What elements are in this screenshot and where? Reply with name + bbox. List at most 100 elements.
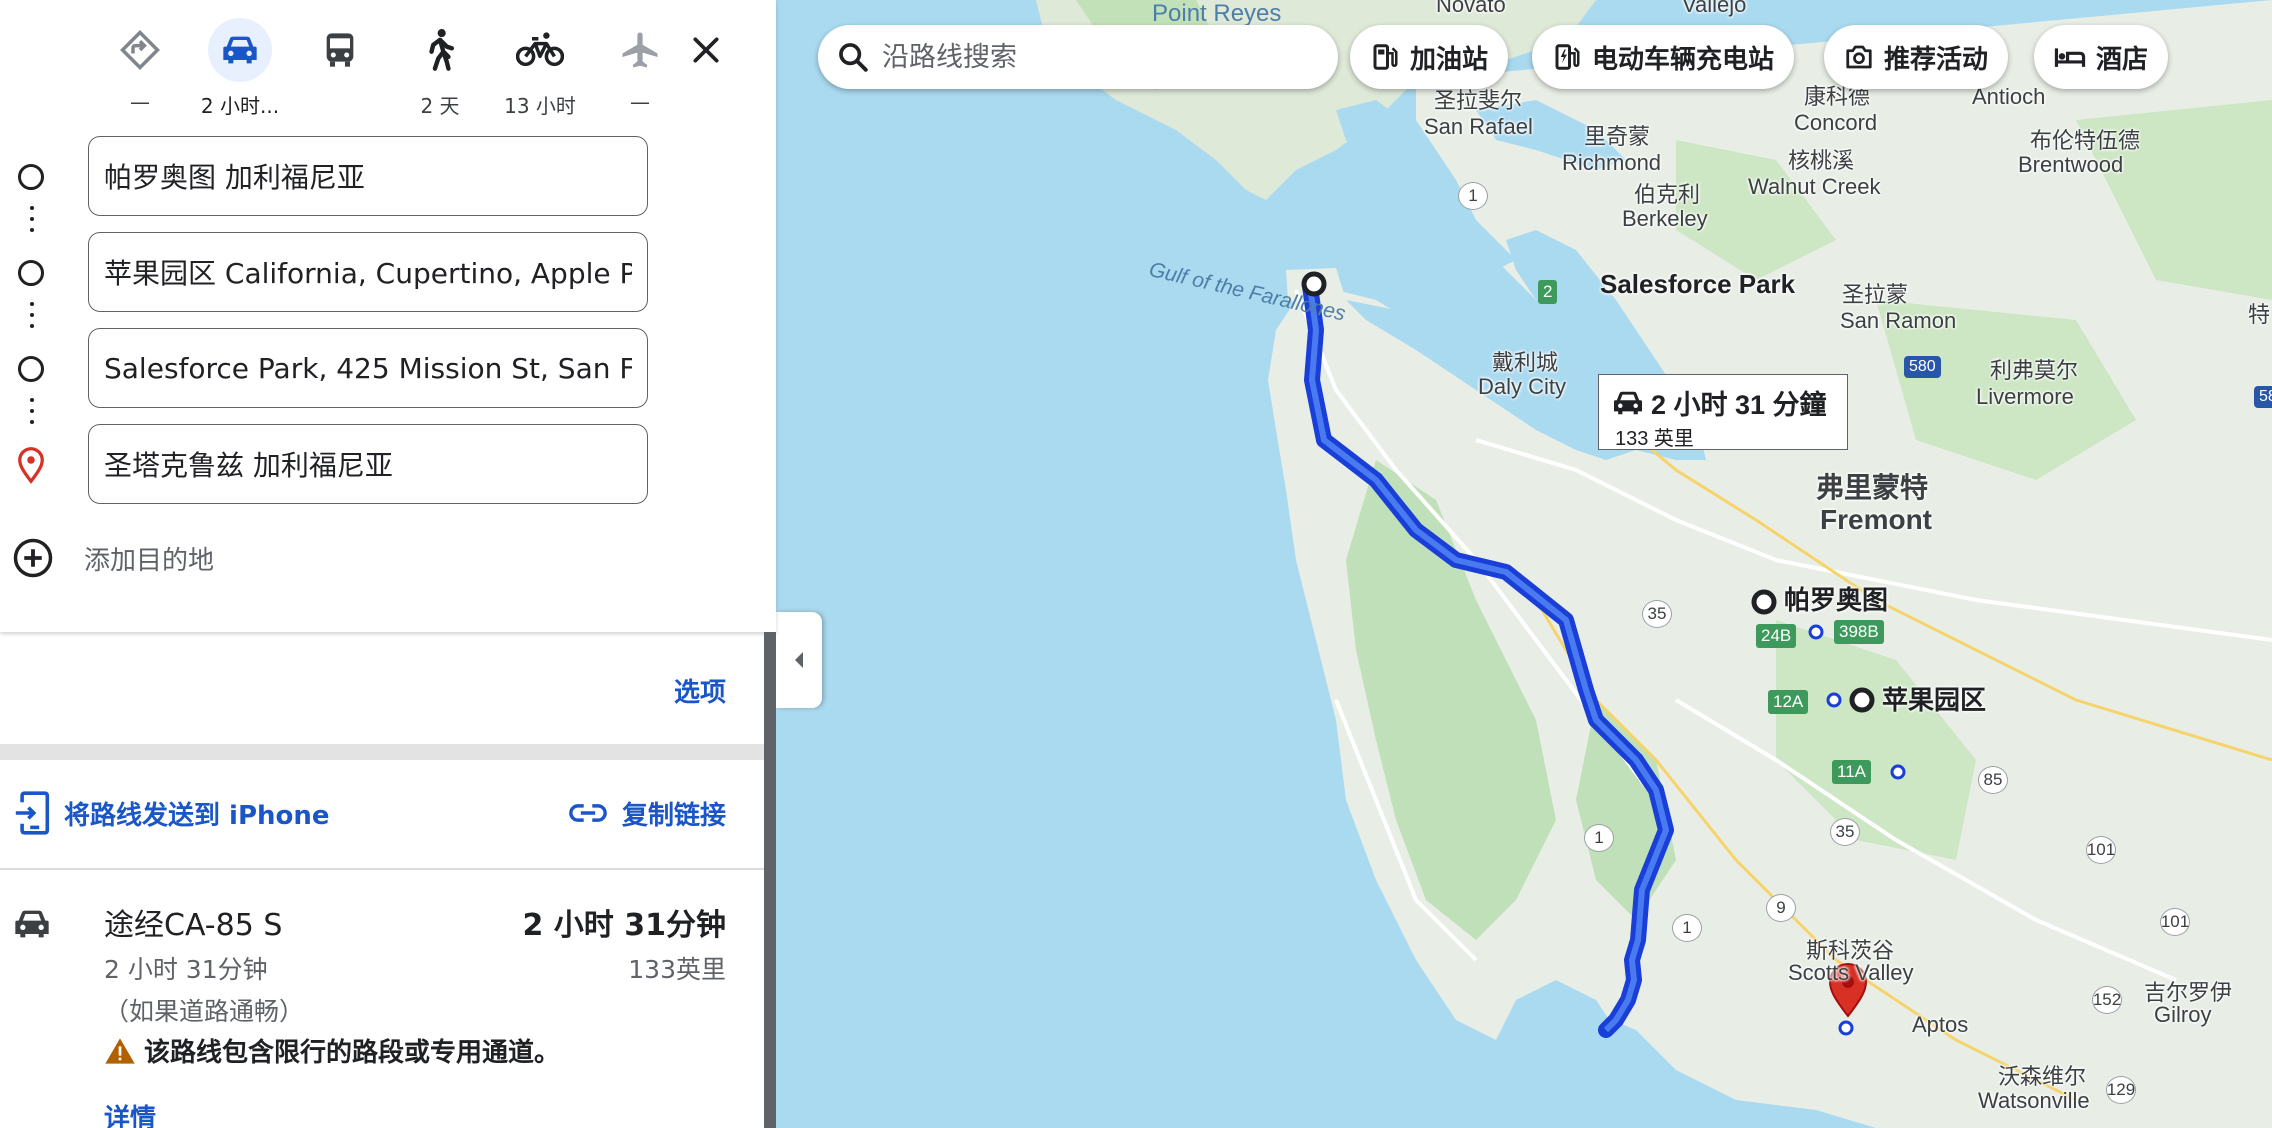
- chip-things-to-do[interactable]: 推荐活动: [1824, 25, 2009, 89]
- directions-input-card: — 2 小时... 2 天 13 小时 — 帕罗奥图 加利福尼亚 苹果园区 Ca…: [0, 0, 776, 632]
- highway-shield: 1: [1672, 914, 1702, 942]
- salesforce-waypoint-marker[interactable]: [1301, 271, 1327, 297]
- panel-scrollbar[interactable]: [764, 632, 776, 1128]
- highway-shield: 129: [2106, 1076, 2136, 1104]
- add-destination-label: 添加目的地: [84, 545, 215, 576]
- exit-sign: 398B: [1834, 620, 1884, 644]
- chip-hotels[interactable]: 酒店: [2034, 25, 2169, 89]
- route-details-link[interactable]: 详情: [104, 1098, 156, 1128]
- map-label-berkeley-cn: 伯克利: [1634, 182, 1701, 207]
- mode-cycling[interactable]: 13 小时: [490, 18, 590, 118]
- waypoint-row: [0, 136, 776, 216]
- waypoint-row: [0, 328, 776, 408]
- send-to-phone-icon: [15, 791, 50, 835]
- waypoint-input-start[interactable]: [88, 136, 648, 216]
- chip-label: 酒店: [2096, 44, 2149, 75]
- directions-panel: — 2 小时... 2 天 13 小时 — 帕罗奥图 加利福尼亚 苹果园区 Ca…: [0, 0, 776, 1128]
- map-label-point-reyes: Point Reyes: [1152, 0, 1282, 27]
- travel-mode-bar: — 2 小时... 2 天 13 小时 —: [90, 18, 690, 118]
- map-canvas[interactable]: Point Reyes Novato Vallejo 圣拉斐尔 San Rafa…: [776, 0, 2272, 1128]
- chip-label: 电动车辆充电站: [1592, 44, 1775, 75]
- car-icon: [15, 910, 49, 938]
- plane-icon: [622, 32, 658, 68]
- us-highway-shield: 58: [2254, 386, 2272, 408]
- send-to-phone-button[interactable]: 将路线发送到 iPhone: [14, 791, 330, 835]
- exit-sign: 12A: [1768, 690, 1809, 714]
- search-along-route[interactable]: [818, 25, 1338, 89]
- waypoint-input-destination[interactable]: [88, 424, 648, 504]
- route-via: 途经CA-85 S: [104, 908, 283, 943]
- map-label-san-rafael: San Rafael: [1424, 114, 1533, 139]
- copy-link-button[interactable]: 复制链接: [568, 795, 726, 832]
- map-label-watsonville-cn: 沃森维尔: [1998, 1064, 2087, 1089]
- highway-shield: 9: [1766, 894, 1796, 922]
- map-label-richmond-cn: 里奇蒙: [1584, 124, 1651, 149]
- link-icon: [569, 804, 607, 822]
- waypoint-circle-icon[interactable]: [18, 260, 44, 286]
- map-label-concord: Concord: [1794, 110, 1878, 135]
- exit-sign: 11A: [1832, 760, 1871, 784]
- waypoint-circle-icon[interactable]: [18, 164, 44, 190]
- map-label-berkeley: Berkeley: [1622, 206, 1708, 231]
- map-label-aptos: Aptos: [1912, 1012, 1969, 1037]
- close-directions-button[interactable]: [680, 24, 732, 76]
- map-label-edge: 特: [2248, 302, 2271, 327]
- map-label-novato: Novato: [1436, 0, 1506, 17]
- destination-pin-icon[interactable]: [16, 446, 46, 484]
- chip-gas-stations[interactable]: 加油站: [1350, 25, 1509, 89]
- share-row: 将路线发送到 iPhone 复制链接: [0, 770, 764, 856]
- map-poi-salesforce-park[interactable]: Salesforce Park: [1600, 269, 1795, 300]
- map-label-vallejo: Vallejo: [1682, 0, 1747, 17]
- waypoint-row: [0, 232, 776, 312]
- map-poi-palo-alto[interactable]: 帕罗奥图: [1784, 585, 1888, 616]
- mode-best[interactable]: —: [90, 18, 190, 114]
- add-circle-icon: [13, 538, 53, 578]
- mode-walking[interactable]: 2 天: [390, 18, 490, 118]
- palo-alto-waypoint-marker[interactable]: [1751, 589, 1777, 615]
- highway-shield: 152: [2092, 986, 2122, 1014]
- mode-driving[interactable]: 2 小时...: [190, 18, 290, 118]
- highway-shield: 101: [2086, 836, 2116, 864]
- mode-transit[interactable]: [290, 18, 390, 114]
- map-label-daly-city: Daly City: [1478, 374, 1567, 399]
- map-label-livermore-cn: 利弗莫尔: [1990, 358, 2079, 383]
- map-label-walnut-creek: Walnut Creek: [1748, 174, 1881, 199]
- map-label-walnut-creek-cn: 核桃溪: [1788, 148, 1855, 173]
- highway-shield: 35: [1830, 818, 1860, 846]
- directions-icon: [120, 30, 160, 70]
- route-subtime: 2 小时 31分钟: [104, 955, 268, 984]
- waypoint-row: [0, 424, 776, 504]
- route-warning: 该路线包含限行的路段或专用通道。: [104, 1032, 560, 1069]
- add-destination-button[interactable]: 添加目的地: [0, 526, 400, 590]
- send-to-phone-label: 将路线发送到 iPhone: [64, 800, 330, 831]
- mode-label: —: [130, 90, 150, 114]
- highway-shield: 101: [2160, 908, 2190, 936]
- highway-shield: 35: [1642, 600, 1672, 628]
- apple-park-waypoint-marker[interactable]: [1849, 687, 1875, 713]
- callout-time: 2 小时 31 分鐘: [1651, 390, 1827, 420]
- exit-sign: 24B: [1756, 624, 1797, 648]
- bus-icon: [326, 33, 354, 67]
- route-warning-text: 该路线包含限行的路段或专用通道。: [144, 1038, 561, 1068]
- bicycle-icon: [516, 32, 564, 67]
- waypoint-circle-icon[interactable]: [18, 356, 44, 382]
- map-label-livermore: Livermore: [1976, 384, 2074, 409]
- route-time-callout[interactable]: 2 小时 31 分鐘 133 英里: [1598, 374, 1848, 450]
- divider: [0, 868, 764, 870]
- exit-sign: 2: [1538, 280, 1558, 304]
- map-label-scotts-valley: Scotts Valley: [1788, 960, 1914, 985]
- search-along-route-input[interactable]: [882, 41, 1302, 73]
- map-label-brentwood: Brentwood: [2018, 152, 2124, 177]
- waypoint-input-3[interactable]: [88, 328, 648, 408]
- mode-label: 2 天: [420, 94, 460, 118]
- mode-label: 2 小时...: [200, 94, 280, 118]
- collapse-panel-button[interactable]: [776, 612, 822, 708]
- chevron-left-icon: [795, 652, 803, 668]
- options-button[interactable]: 选项: [674, 672, 726, 709]
- chip-ev-charging[interactable]: 电动车辆充电站: [1532, 25, 1795, 89]
- car-icon: [223, 36, 257, 64]
- mode-flights[interactable]: —: [590, 18, 690, 114]
- waypoint-input-2[interactable]: [88, 232, 648, 312]
- map-poi-apple-park[interactable]: 苹果园区: [1882, 685, 1986, 716]
- warning-icon: [105, 1037, 135, 1064]
